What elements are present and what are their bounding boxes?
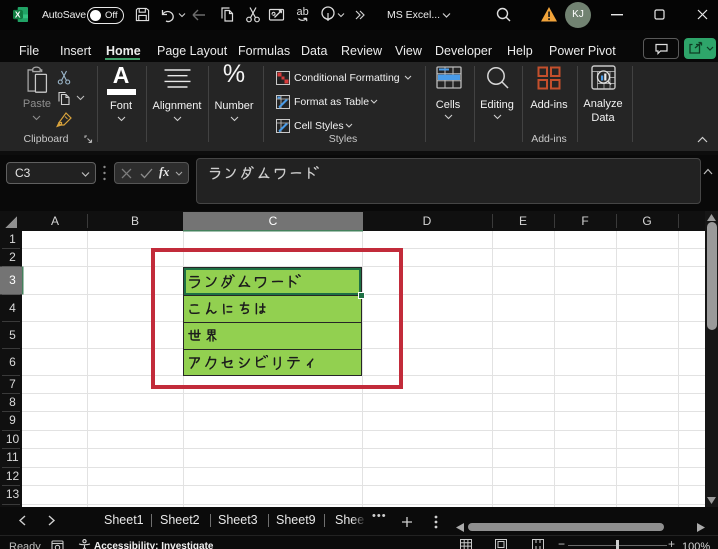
svg-text:X: X <box>15 10 21 20</box>
svg-text:ab: ab <box>297 6 309 18</box>
